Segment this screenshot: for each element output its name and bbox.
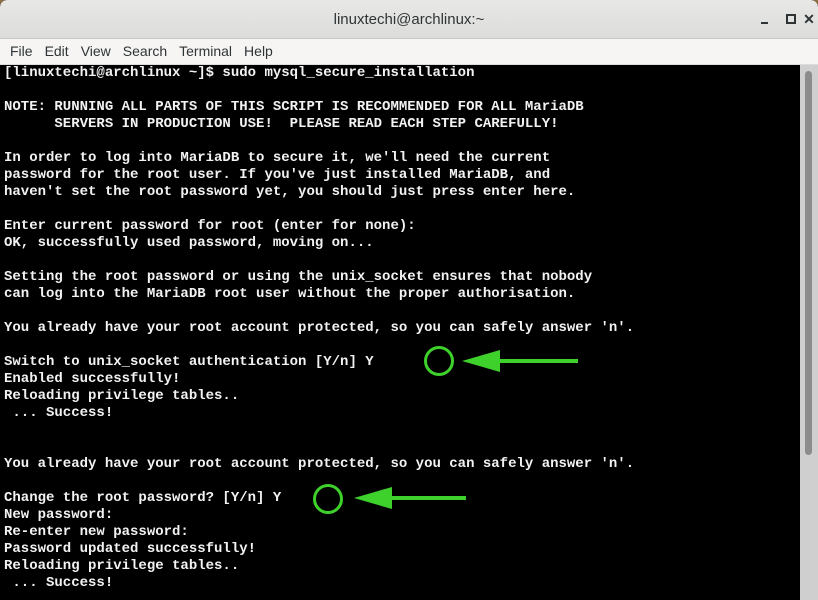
- terminal-line: Reloading privilege tables..: [4, 388, 240, 404]
- terminal-line: In order to log into MariaDB to secure i…: [4, 150, 551, 166]
- terminal-line: Reloading privilege tables..: [4, 558, 240, 574]
- terminal-line: Re-enter new password:: [4, 524, 189, 540]
- terminal-line: ... Success!: [4, 575, 114, 591]
- terminal-line: password for the root user. If you've ju…: [4, 167, 551, 183]
- terminal-line: ... Success!: [4, 405, 114, 421]
- terminal-line: Enter current password for root (enter f…: [4, 218, 416, 234]
- terminal-line: haven't set the root password yet, you s…: [4, 184, 576, 200]
- terminal-text: [linuxtechi@archlinux ~]$ sudo mysql_sec…: [4, 65, 634, 592]
- terminal-line: Enabled successfully!: [4, 371, 181, 387]
- terminal-line: [linuxtechi@archlinux ~]$ sudo mysql_sec…: [4, 65, 475, 81]
- terminal-line: New password:: [4, 507, 114, 523]
- menu-file[interactable]: File: [0, 39, 39, 64]
- maximize-button[interactable]: [782, 10, 800, 28]
- terminal-line: can log into the MariaDB root user witho…: [4, 286, 576, 302]
- terminal-line: You already have your root account prote…: [4, 456, 635, 472]
- menu-edit[interactable]: Edit: [40, 39, 75, 64]
- menu-bar: File Edit View Search Terminal Help: [0, 39, 818, 65]
- terminal-output[interactable]: [linuxtechi@archlinux ~]$ sudo mysql_sec…: [0, 65, 800, 600]
- terminal-line: Switch to unix_socket authentication [Y/…: [4, 354, 374, 370]
- menu-help[interactable]: Help: [239, 39, 279, 64]
- terminal-line: OK, successfully used password, moving o…: [4, 235, 374, 251]
- close-icon: ✕: [803, 10, 815, 27]
- terminal-line: NOTE: RUNNING ALL PARTS OF THIS SCRIPT I…: [4, 99, 584, 115]
- minimize-icon: [760, 22, 768, 24]
- close-button[interactable]: ✕: [799, 10, 818, 28]
- menu-view[interactable]: View: [76, 39, 117, 64]
- minimize-button[interactable]: [755, 10, 773, 28]
- terminal-line: Setting the root password or using the u…: [4, 269, 593, 285]
- terminal-line: Password updated successfully!: [4, 541, 257, 557]
- window-title: linuxtechi@archlinux:~: [333, 11, 485, 28]
- maximize-icon: [786, 14, 796, 24]
- title-bar[interactable]: linuxtechi@archlinux:~ ✕: [0, 0, 818, 39]
- terminal-line: SERVERS IN PRODUCTION USE! PLEASE READ E…: [4, 116, 559, 132]
- terminal-line: Change the root password? [Y/n] Y: [4, 490, 282, 506]
- terminal-line: You already have your root account prote…: [4, 320, 635, 336]
- menu-terminal[interactable]: Terminal: [174, 39, 238, 64]
- scrollbar-thumb[interactable]: [805, 71, 812, 455]
- vertical-scrollbar[interactable]: [800, 65, 818, 600]
- menu-search[interactable]: Search: [118, 39, 173, 64]
- terminal-window: linuxtechi@archlinux:~ ✕ File Edit View …: [0, 0, 818, 600]
